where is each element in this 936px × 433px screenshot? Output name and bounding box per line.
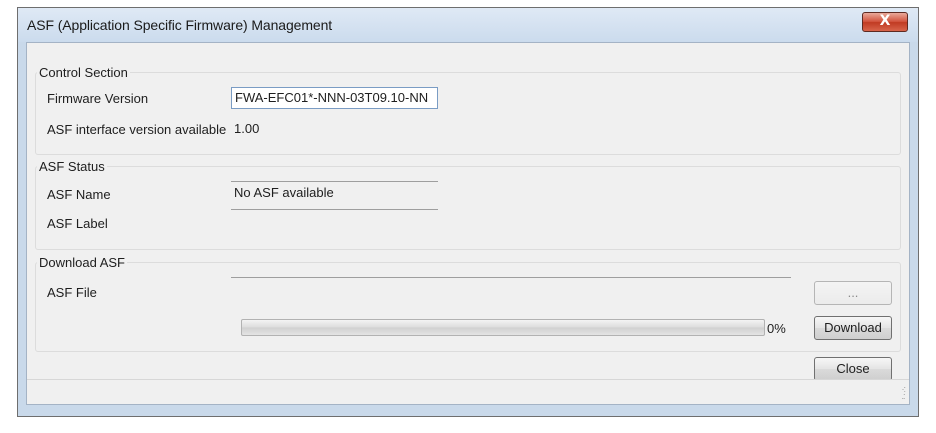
download-asf-group — [35, 262, 901, 352]
asf-name-top-rule — [231, 181, 438, 182]
control-section-group — [35, 72, 901, 155]
asf-name-label: ASF Name — [47, 187, 111, 202]
asf-status-group — [35, 166, 901, 250]
status-bar: ·:.: — [27, 379, 909, 404]
download-progress-bar — [241, 319, 765, 336]
firmware-version-label: Firmware Version — [47, 91, 149, 106]
dialog-window: ASF (Application Specific Firmware) Mana… — [17, 7, 919, 417]
browse-button[interactable]: ... — [814, 281, 892, 305]
control-section-legend: Control Section — [37, 65, 130, 80]
download-button[interactable]: Download — [814, 316, 892, 340]
asf-status-legend: ASF Status — [37, 159, 107, 174]
download-asf-legend: Download ASF — [37, 255, 127, 270]
firmware-version-field[interactable]: FWA-EFC01*-NNN-03T09.10-NN — [231, 87, 438, 109]
asf-interface-version-label: ASF interface version available — [47, 122, 227, 137]
asf-name-bottom-rule — [231, 209, 438, 210]
close-icon: X — [879, 13, 891, 29]
dialog-client-area: Control Section Firmware Version FWA-EFC… — [26, 42, 910, 405]
asf-file-path-rule — [231, 277, 791, 278]
close-button[interactable]: Close — [814, 357, 892, 381]
asf-name-value: No ASF available — [234, 185, 334, 200]
asf-label-label: ASF Label — [47, 216, 108, 231]
download-progress-text: 0% — [767, 321, 786, 336]
window-title: ASF (Application Specific Firmware) Mana… — [27, 17, 333, 33]
resize-grip-icon[interactable]: ·:.: — [902, 385, 906, 401]
window-close-button[interactable]: X — [862, 12, 908, 32]
asf-interface-version-value: 1.00 — [234, 121, 260, 136]
title-bar[interactable]: ASF (Application Specific Firmware) Mana… — [18, 8, 918, 42]
asf-file-label: ASF File — [47, 285, 97, 300]
